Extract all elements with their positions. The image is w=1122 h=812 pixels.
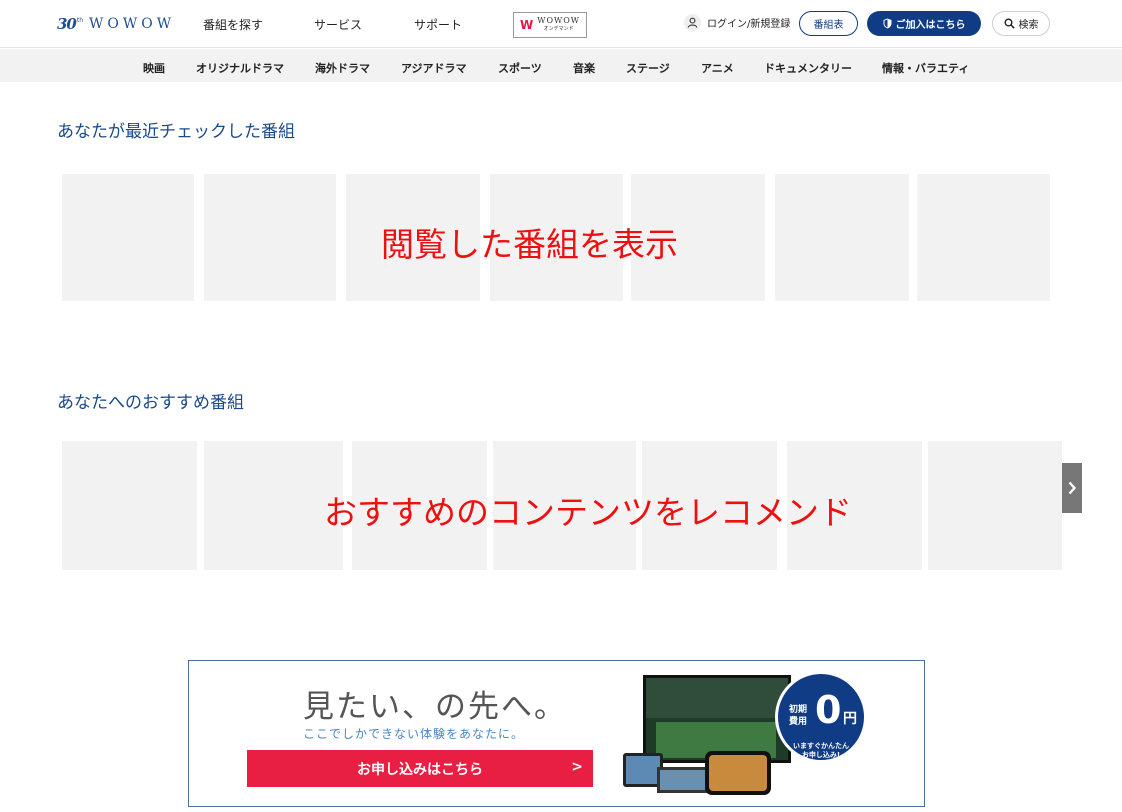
badge-number: 0 [815, 688, 842, 732]
phone-screen [709, 755, 767, 791]
recommend-section-title: あなたへのおすすめ番組 [57, 393, 244, 413]
recent-card[interactable] [917, 174, 1050, 301]
badge-unit: 円 [843, 711, 857, 727]
recent-card[interactable] [62, 174, 194, 301]
site-header: 30 th WOWOW 番組を探す サービス サポート W WOWOW オンデマ… [0, 0, 1122, 48]
carousel-next-button[interactable] [1062, 463, 1082, 513]
ondemand-wordmark: WOWOW [537, 16, 581, 25]
badge-label: 初期 費用 [789, 704, 807, 728]
ondemand-logo[interactable]: W WOWOW オンデマンド [513, 12, 587, 38]
user-icon [684, 14, 701, 31]
schedule-label: 番組表 [813, 20, 844, 31]
badge-bottom: いますぐかんたん お申し込み! [778, 742, 864, 760]
recent-card[interactable] [204, 174, 336, 301]
apply-label: お申し込みはこちら [357, 761, 483, 778]
banner-subline: ここでしかできない体験をあなたに。 [303, 727, 525, 741]
logo-th: th [76, 16, 84, 24]
nav-support[interactable]: サポート [414, 16, 462, 33]
recent-section-title: あなたが最近チェックした番組 [57, 122, 295, 142]
logo-wordmark: WOWOW [89, 16, 176, 32]
category-movies[interactable]: 映画 [143, 60, 165, 76]
tv-image [643, 675, 791, 763]
search-icon [1004, 18, 1015, 29]
badge-label-line-2: 費用 [789, 717, 808, 727]
phone-image [705, 751, 771, 795]
banner-headline: 見たい、の先へ。 [303, 689, 567, 725]
category-documentary[interactable]: ドキュメンタリー [764, 60, 852, 76]
login-link[interactable]: ログイン/新規登録 [684, 14, 790, 31]
recommend-card[interactable] [62, 441, 197, 570]
chevron-right-icon [1068, 481, 1077, 495]
wowow-logo[interactable]: 30 th WOWOW [57, 12, 175, 36]
tablet-screen [626, 756, 660, 784]
category-asian-drama[interactable]: アジアドラマ [401, 60, 467, 76]
category-music[interactable]: 音楽 [573, 60, 595, 76]
nav-find-programs[interactable]: 番組を探す [203, 16, 263, 33]
laptop-screen [660, 770, 706, 790]
tv-crowd [646, 678, 788, 718]
signup-banner[interactable]: 見たい、の先へ。 ここでしかできない体験をあなたに。 お申し込みはこちら > 初… [188, 660, 925, 807]
chevron-right-icon: > [571, 759, 583, 775]
category-sports[interactable]: スポーツ [498, 60, 542, 76]
recommend-annotation: おすすめのコンテンツをレコメンド [324, 493, 852, 532]
nav-services[interactable]: サービス [314, 16, 362, 33]
badge-bottom-line-1: いますぐかんたん [793, 742, 849, 750]
logo-30th: 30 [57, 15, 77, 33]
recommend-card[interactable] [204, 441, 343, 570]
search-button[interactable]: 検索 [992, 11, 1050, 36]
ondemand-w-icon: W [519, 18, 535, 32]
search-label: 検索 [1018, 20, 1039, 31]
laptop-image [657, 767, 709, 793]
category-nav: 映画 オリジナルドラマ 海外ドラマ アジアドラマ スポーツ 音楽 ステージ アニ… [0, 49, 1122, 82]
schedule-button[interactable]: 番組表 [799, 11, 858, 36]
badge-label-line-1: 初期 [789, 705, 808, 715]
category-original-drama[interactable]: オリジナルドラマ [196, 60, 284, 76]
login-label: ログイン/新規登録 [707, 19, 791, 30]
recent-card[interactable] [775, 174, 909, 301]
category-stage[interactable]: ステージ [626, 60, 670, 76]
zero-fee-badge: 初期 費用 0 円 いますぐかんたん お申し込み! [775, 671, 867, 763]
badge-bottom-line-2: お申し込み! [801, 751, 841, 759]
category-anime[interactable]: アニメ [701, 60, 734, 76]
recent-annotation: 閲覧した番組を表示 [381, 225, 678, 264]
join-label: ご加入はこちら [895, 20, 966, 31]
shield-icon [883, 18, 891, 29]
category-overseas-drama[interactable]: 海外ドラマ [315, 60, 370, 76]
recommend-card[interactable] [928, 441, 1062, 570]
category-info-variety[interactable]: 情報・バラエティ [882, 60, 969, 76]
join-button[interactable]: ご加入はこちら [867, 11, 981, 36]
ondemand-subtext: オンデマンド [543, 26, 574, 32]
apply-button[interactable]: お申し込みはこちら > [247, 750, 593, 787]
